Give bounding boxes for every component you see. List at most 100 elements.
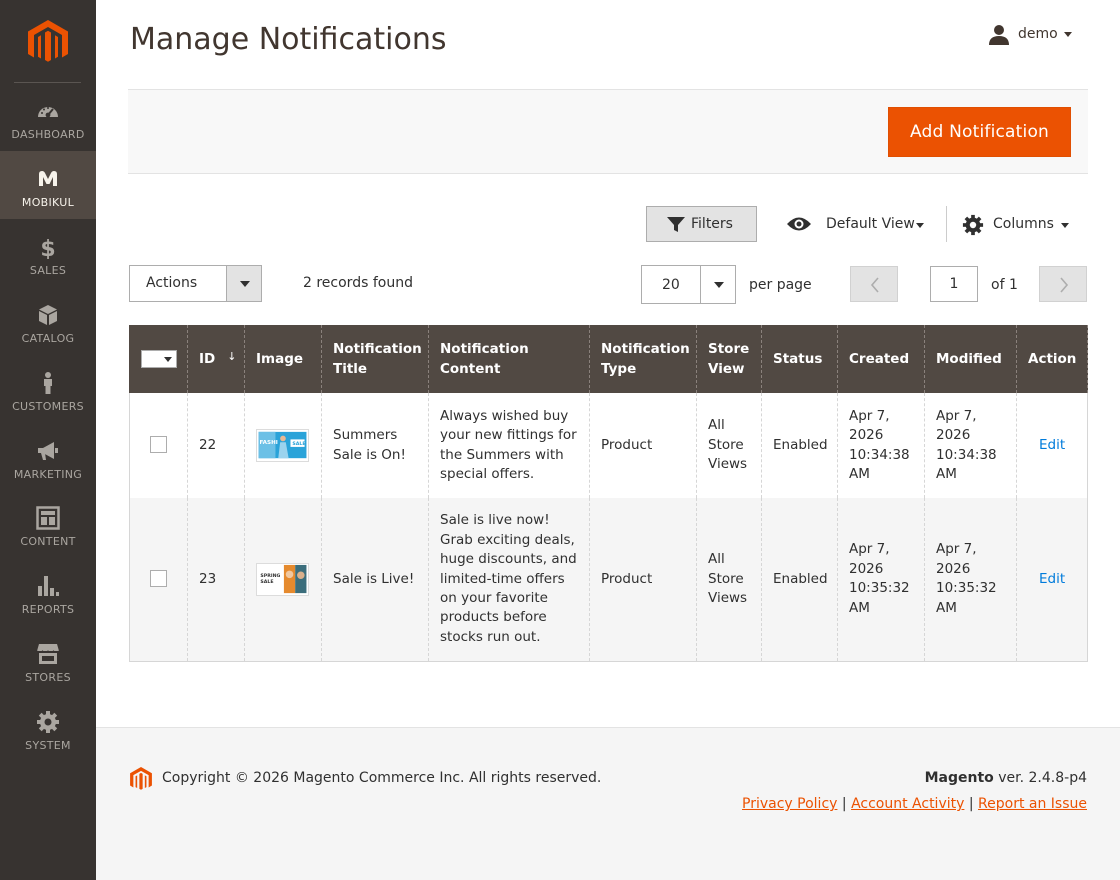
admin-sidebar: DASHBOARD MOBIKUL $ SALES CATALOG CUSTOM… [0,0,96,880]
table-row[interactable]: 23 SPRING SALE Sale is Live! Sale is liv… [129,498,1088,662]
row-select-cell [129,498,188,662]
sidebar-item-label: CATALOG [21,332,75,345]
person-icon [44,372,52,394]
total-pages: of 1 [991,277,1018,293]
per-page-label: per page [749,277,812,293]
actions-label: Actions [146,275,198,291]
toolbar-divider [946,206,947,242]
column-label: Created [849,351,910,367]
filters-button[interactable]: Filters [646,206,757,242]
sidebar-item-label: REPORTS [21,603,75,616]
box-icon [39,305,57,325]
svg-text:FASHI: FASHI [259,440,277,446]
row-checkbox[interactable] [150,436,167,454]
sidebar-item-dashboard[interactable]: DASHBOARD [0,83,96,151]
previous-page-button[interactable] [850,266,898,302]
link-separator: | [841,796,847,812]
copyright-text: Copyright © 2026 Magento Commerce Inc. A… [162,770,602,786]
megaphone-icon [38,442,58,460]
sidebar-item-marketing[interactable]: MARKETING [0,423,96,491]
column-header-action: Action [1016,325,1088,393]
chevron-left-icon [870,277,879,293]
magento-logo-icon[interactable] [28,20,68,64]
next-page-button[interactable] [1039,266,1087,302]
checkbox[interactable] [142,351,160,367]
sidebar-item-label: CUSTOMERS [12,400,84,413]
columns-dropdown[interactable]: Columns [962,212,1082,238]
row-checkbox[interactable] [150,570,167,588]
svg-text:$: $ [40,237,55,259]
records-found: 2 records found [303,275,413,291]
sidebar-item-content[interactable]: CONTENT [0,490,96,558]
report-issue-link[interactable]: Report an Issue [978,796,1087,812]
caret-down-icon [916,223,924,228]
add-notification-button[interactable]: Add Notification [888,107,1071,157]
svg-text:SPRING: SPRING [260,573,280,579]
table-row[interactable]: 22 FASHI SALE Summers Sale is On! Always… [129,393,1088,498]
gear-icon [962,214,984,236]
caret-down-icon [240,281,250,287]
notifications-grid: ID ↓ Image Notification Title Notificatio… [129,325,1088,662]
column-label: ID [199,350,216,367]
dropdown-toggle[interactable] [226,266,261,301]
storefront-icon [36,644,60,664]
default-view-dropdown[interactable]: Default View [786,212,931,238]
column-header-title[interactable]: Notification Title [321,325,429,393]
sort-arrow-icon: ↓ [227,349,237,363]
column-label: Store View [708,341,750,377]
column-label: Action [1028,351,1077,367]
sidebar-item-sales[interactable]: $ SALES [0,219,96,287]
sidebar-item-mobikul[interactable]: MOBIKUL [0,151,96,219]
column-header-created[interactable]: Created [837,325,925,393]
content-cell: Sale is live now! Grab exciting deals, h… [428,498,590,662]
svg-text:SALE: SALE [260,579,273,585]
store-view-cell: All Store Views [696,498,762,662]
eye-icon [787,217,811,231]
grid-header-row: ID ↓ Image Notification Title Notificatio… [129,325,1088,393]
brand-name: Magento [924,770,994,786]
sidebar-item-label: CONTENT [20,535,76,548]
user-name: demo [1018,26,1058,42]
id-cell: 22 [187,393,245,498]
user-icon [989,25,1009,45]
type-cell: Product [589,498,697,662]
caret-down-icon [164,357,172,362]
column-label: Image [256,351,304,367]
account-activity-link[interactable]: Account Activity [851,796,964,812]
edit-link[interactable]: Edit [1039,436,1065,455]
modified-cell: Apr 7, 2026 10:34:38 AM [924,393,1017,498]
modified-cell: Apr 7, 2026 10:35:32 AM [924,498,1017,662]
sidebar-item-customers[interactable]: CUSTOMERS [0,355,96,423]
privacy-policy-link[interactable]: Privacy Policy [742,796,837,812]
fashion-sale-thumbnail[interactable]: FASHI SALE [256,429,309,462]
sidebar-item-system[interactable]: SYSTEM [0,694,96,762]
spring-sale-thumbnail[interactable]: SPRING SALE [256,562,309,596]
current-page-input[interactable] [930,266,978,302]
sidebar-item-catalog[interactable]: CATALOG [0,287,96,355]
column-header-type[interactable]: Notification Type [589,325,697,393]
mass-select-dropdown[interactable] [141,350,177,368]
caret-down-icon [714,282,724,288]
created-cell: Apr 7, 2026 10:35:32 AM [837,498,925,662]
filters-label: Filters [691,216,733,232]
sidebar-item-label: SYSTEM [25,739,71,752]
title-cell: Sale is Live! [321,498,429,662]
caret-down-icon [1061,223,1069,228]
edit-link[interactable]: Edit [1039,570,1065,589]
column-header-image[interactable]: Image [244,325,322,393]
column-header-id[interactable]: ID ↓ [187,325,245,393]
sidebar-item-reports[interactable]: REPORTS [0,558,96,626]
sidebar-item-stores[interactable]: STORES [0,626,96,694]
store-view-cell: All Store Views [696,393,762,498]
sidebar-item-label: MOBIKUL [21,196,75,209]
column-header-content[interactable]: Notification Content [428,325,590,393]
column-header-modified[interactable]: Modified [924,325,1017,393]
per-page-select[interactable]: 20 [641,265,736,304]
dropdown-toggle[interactable] [700,266,735,303]
mass-actions-dropdown[interactable]: Actions [129,265,262,302]
created-cell: Apr 7, 2026 10:34:38 AM [837,393,925,498]
column-header-store-view[interactable]: Store View [696,325,762,393]
column-header-status[interactable]: Status [761,325,838,393]
column-label: Notification Title [333,341,422,377]
svg-text:SALE: SALE [292,441,305,447]
